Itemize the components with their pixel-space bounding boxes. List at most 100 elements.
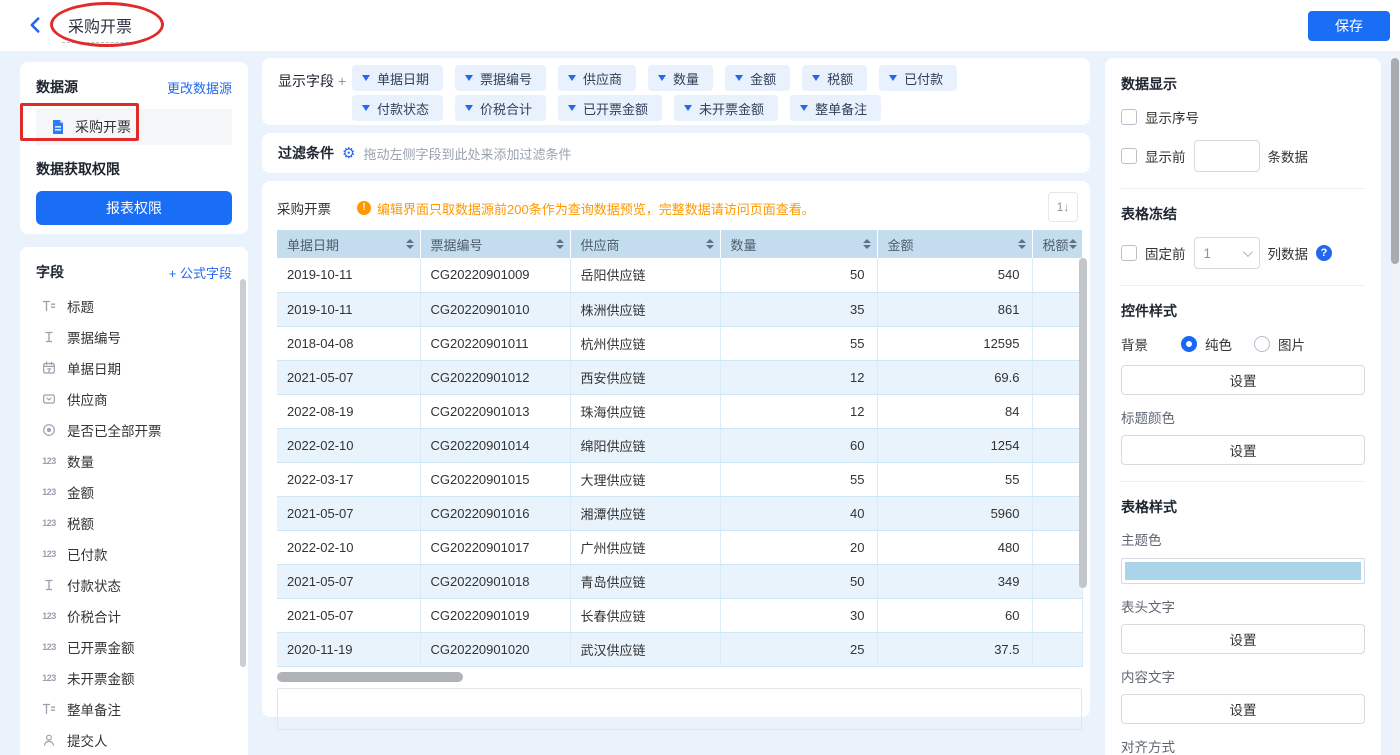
display-field-chip[interactable]: 付款状态	[352, 95, 443, 121]
field-item[interactable]: 123未开票金额	[36, 662, 232, 693]
hscroll-thumb[interactable]	[277, 672, 463, 682]
display-field-chip[interactable]: 单据日期	[352, 65, 443, 91]
chip-label: 票据编号	[480, 69, 532, 88]
fields-scrollbar[interactable]	[240, 279, 246, 667]
field-item[interactable]: 123已付款	[36, 538, 232, 569]
field-label: 价税合计	[67, 606, 121, 626]
back-icon[interactable]	[26, 16, 44, 34]
chevron-down-icon[interactable]	[889, 75, 897, 81]
sort-icon[interactable]	[406, 239, 414, 249]
chevron-down-icon[interactable]	[812, 75, 820, 81]
display-field-chip[interactable]: 价税合计	[455, 95, 546, 121]
add-field-icon[interactable]: +	[338, 73, 346, 89]
field-item[interactable]: 123已开票金额	[36, 631, 232, 662]
table-row: 2021-05-07CG20220901018青岛供应链50349	[277, 564, 1082, 598]
chevron-down-icon[interactable]	[568, 105, 576, 111]
show-index-label: 显示序号	[1145, 107, 1199, 127]
field-item[interactable]: 付款状态	[36, 569, 232, 600]
show-index-checkbox[interactable]	[1121, 109, 1137, 125]
sort-icon[interactable]	[556, 239, 564, 249]
chevron-down-icon[interactable]	[658, 75, 666, 81]
add-formula-field-link[interactable]: + 公式字段	[169, 263, 232, 282]
theme-color-picker[interactable]	[1121, 558, 1365, 584]
column-header[interactable]: 票据编号	[420, 230, 570, 258]
field-item[interactable]: 标题	[36, 290, 232, 321]
sort-icon[interactable]	[1018, 239, 1026, 249]
image-label[interactable]: 图片	[1278, 334, 1305, 354]
sort-asc-icon	[1069, 239, 1077, 243]
column-header[interactable]: 税额	[1032, 230, 1082, 258]
field-item[interactable]: 票据编号	[36, 321, 232, 352]
numeric-sort-button[interactable]: 1↓	[1048, 192, 1078, 222]
field-item[interactable]: 123金额	[36, 476, 232, 507]
save-button[interactable]: 保存	[1308, 11, 1390, 41]
help-icon[interactable]: ?	[1316, 245, 1332, 261]
column-header[interactable]: 单据日期	[277, 230, 420, 258]
chevron-down-icon[interactable]	[800, 105, 808, 111]
content-text-set-button[interactable]: 设置	[1121, 694, 1365, 724]
freeze-checkbox[interactable]	[1121, 245, 1137, 261]
number-icon-glyph: 123	[42, 642, 56, 652]
cell: 12595	[877, 326, 1032, 360]
chevron-down-icon[interactable]	[362, 105, 370, 111]
number-icon-glyph: 123	[42, 611, 56, 621]
display-field-chip[interactable]: 未开票金额	[674, 95, 778, 121]
sort-icon[interactable]	[1069, 239, 1077, 249]
change-datasource-link[interactable]: 更改数据源	[167, 78, 232, 97]
cell: 2022-02-10	[277, 428, 420, 462]
freeze-count-select[interactable]: 1	[1194, 237, 1260, 269]
chevron-down-icon[interactable]	[684, 105, 692, 111]
gear-icon[interactable]: ⚙	[342, 144, 355, 162]
field-item[interactable]: 供应商	[36, 383, 232, 414]
column-header[interactable]: 金额	[877, 230, 1032, 258]
field-item[interactable]: 123数量	[36, 445, 232, 476]
column-header[interactable]: 供应商	[570, 230, 720, 258]
page-title[interactable]: 采购开票	[62, 13, 138, 43]
top-n-input[interactable]	[1194, 140, 1260, 172]
report-permission-button[interactable]: 报表权限	[36, 191, 232, 225]
field-label: 金额	[67, 482, 94, 502]
sort-icon[interactable]	[863, 239, 871, 249]
display-fields-label: 显示字段+	[278, 65, 352, 118]
cell: 湘潭供应链	[570, 496, 720, 530]
title-color-set-button[interactable]: 设置	[1121, 435, 1365, 465]
cell: 55	[720, 326, 877, 360]
datasource-item[interactable]: 采购开票	[36, 109, 232, 145]
display-field-chip[interactable]: 税额	[802, 65, 867, 91]
field-item[interactable]: 123 价税合计	[36, 600, 232, 631]
display-field-chip[interactable]: 整单备注	[790, 95, 881, 121]
page-scrollbar[interactable]	[1391, 54, 1399, 755]
display-field-chip[interactable]: 数量	[648, 65, 713, 91]
chevron-down-icon[interactable]	[362, 75, 370, 81]
display-field-chip[interactable]: 金额	[725, 65, 790, 91]
chevron-down-icon[interactable]	[465, 105, 473, 111]
show-top-checkbox[interactable]	[1121, 148, 1137, 164]
page-scrollbar-thumb[interactable]	[1391, 58, 1399, 264]
table-style-heading: 表格样式	[1121, 497, 1365, 517]
solid-color-label[interactable]: 纯色	[1205, 334, 1232, 354]
image-radio[interactable]	[1254, 336, 1270, 352]
chevron-down-icon[interactable]	[735, 75, 743, 81]
field-item[interactable]: 是否已全部开票	[36, 414, 232, 445]
column-header-label: 票据编号	[431, 235, 483, 254]
chevron-down-icon[interactable]	[465, 75, 473, 81]
sort-icon[interactable]	[706, 239, 714, 249]
display-field-chip[interactable]: 已开票金额	[558, 95, 662, 121]
table-row: 2021-05-07CG20220901019长春供应链3060	[277, 598, 1082, 632]
display-field-chip[interactable]: 已付款	[879, 65, 957, 91]
background-set-button[interactable]: 设置	[1121, 365, 1365, 395]
display-field-chip[interactable]: 票据编号	[455, 65, 546, 91]
solid-color-radio[interactable]	[1181, 336, 1197, 352]
table-vertical-scrollbar[interactable]	[1079, 258, 1087, 588]
header-text-set-button[interactable]: 设置	[1121, 624, 1365, 654]
cell: 37.5	[877, 632, 1032, 666]
number-icon: 123	[40, 642, 58, 652]
chip-label: 价税合计	[480, 99, 532, 118]
column-header[interactable]: 数量	[720, 230, 877, 258]
field-item[interactable]: 单据日期	[36, 352, 232, 383]
field-item[interactable]: 整单备注	[36, 693, 232, 724]
field-item[interactable]: 123税额	[36, 507, 232, 538]
chevron-down-icon[interactable]	[568, 75, 576, 81]
field-item[interactable]: 提交人	[36, 724, 232, 755]
display-field-chip[interactable]: 供应商	[558, 65, 636, 91]
